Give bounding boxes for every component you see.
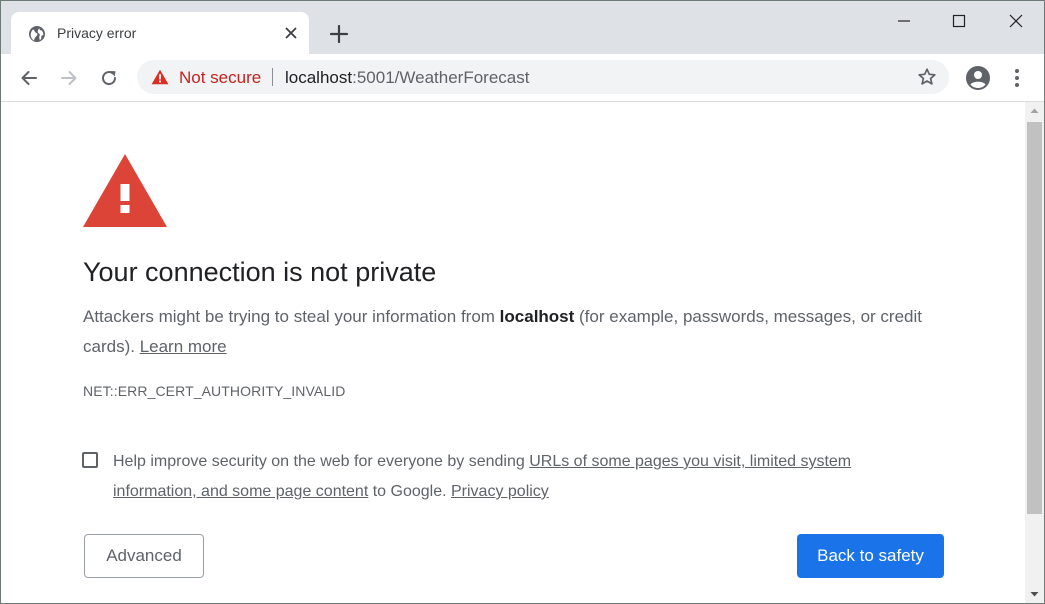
maximize-icon xyxy=(952,14,966,28)
address-bar[interactable]: Not secure localhost:5001/WeatherForecas… xyxy=(137,60,949,94)
url-host: localhost xyxy=(285,68,353,87)
explanation-text: Attackers might be trying to steal your … xyxy=(83,302,933,362)
browser-window: Privacy error Not secure localhost:5001/… xyxy=(0,0,1045,604)
interstitial-page: Your connection is not private Attackers… xyxy=(1,102,1025,603)
arrow-right-icon xyxy=(61,71,77,85)
tab-strip: Privacy error xyxy=(1,1,1044,54)
close-tab-icon[interactable] xyxy=(283,25,299,41)
bookmark-star-icon[interactable] xyxy=(917,67,937,87)
page-heading: Your connection is not private xyxy=(83,257,437,287)
optin-checkbox[interactable] xyxy=(82,452,98,468)
optin-text: Help improve security on the web for eve… xyxy=(113,447,873,507)
toolbar: Not secure localhost:5001/WeatherForecas… xyxy=(1,54,1044,102)
warning-triangle-icon xyxy=(83,154,167,227)
close-icon xyxy=(1009,14,1023,28)
close-window-button[interactable] xyxy=(996,5,1036,37)
learn-more-link[interactable]: Learn more xyxy=(140,337,227,356)
minimize-button[interactable] xyxy=(884,5,924,37)
optin-middle: to Google. xyxy=(368,483,451,500)
more-menu-icon[interactable] xyxy=(1007,65,1027,91)
tab-title: Privacy error xyxy=(57,25,137,41)
globe-icon xyxy=(29,26,45,42)
explanation-host: localhost xyxy=(499,307,575,326)
error-code[interactable]: NET::ERR_CERT_AUTHORITY_INVALID xyxy=(83,383,345,399)
back-to-safety-button[interactable]: Back to safety xyxy=(797,534,944,578)
not-secure-label[interactable]: Not secure xyxy=(179,68,261,88)
minimize-icon xyxy=(898,20,910,22)
scroll-up-arrow-icon[interactable] xyxy=(1025,102,1044,120)
back-button[interactable] xyxy=(15,64,43,92)
new-tab-icon[interactable] xyxy=(326,21,352,47)
url-text[interactable]: localhost:5001/WeatherForecast xyxy=(285,68,529,88)
url-path: :5001/WeatherForecast xyxy=(352,68,530,87)
maximize-button[interactable] xyxy=(939,5,979,37)
omnibox-divider xyxy=(272,68,273,86)
reload-button[interactable] xyxy=(95,64,123,92)
advanced-button[interactable]: Advanced xyxy=(84,534,204,578)
account-icon[interactable] xyxy=(965,65,991,91)
arrow-left-icon xyxy=(21,71,37,85)
reload-icon xyxy=(102,71,117,86)
forward-button[interactable] xyxy=(55,64,83,92)
explanation-prefix: Attackers might be trying to steal your … xyxy=(83,307,500,326)
tab-privacy-error[interactable]: Privacy error xyxy=(11,12,309,54)
scroll-down-arrow-icon[interactable] xyxy=(1025,585,1044,603)
optin-prefix: Help improve security on the web for eve… xyxy=(113,453,530,470)
privacy-policy-link[interactable]: Privacy policy xyxy=(451,483,549,500)
scroll-thumb[interactable] xyxy=(1027,122,1042,514)
vertical-scrollbar[interactable] xyxy=(1025,102,1044,603)
warning-icon[interactable] xyxy=(151,69,169,85)
